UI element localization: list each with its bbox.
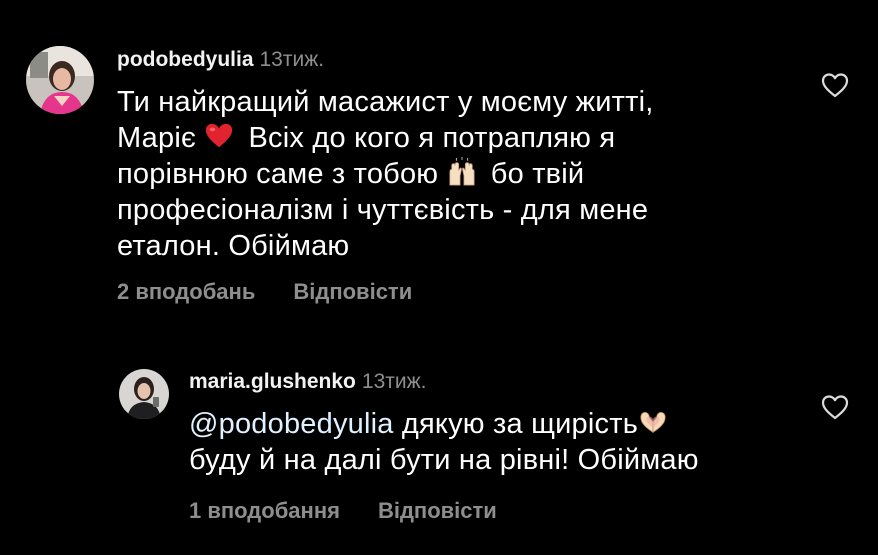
avatar-maria-glushenko[interactable] [119, 369, 169, 419]
comment-username[interactable]: podobedyulia 13тиж. [117, 48, 324, 72]
comment-maria-glushenko: maria.glushenko 13тиж. @podobedyulia дяку… [0, 350, 878, 550]
heart-hands-icon [640, 412, 666, 434]
comment-podobedyulia: podobedyulia 13тиж. Ти найкращий масажист… [0, 0, 878, 320]
avatar-podobedyulia[interactable] [26, 46, 94, 114]
likes-count[interactable]: 1 вподобання [189, 498, 340, 523]
text-segment: бо твій [490, 158, 585, 190]
text-line: Ти найкращий масажист у моєму житті, [117, 86, 654, 118]
comment-text: Ти найкращий масажист у моєму житті, Мар… [117, 84, 757, 264]
heart-outline-icon[interactable] [821, 394, 849, 420]
text-line: @podobedyulia дякую за щирість [189, 406, 789, 442]
heart-outline-icon[interactable] [821, 72, 849, 98]
comment-time: 13тиж. [259, 48, 325, 71]
comment-time: 13тиж. [361, 370, 427, 393]
text-segment: Всіх до кого я потрапляю я [248, 122, 616, 154]
username-text[interactable]: maria.glushenko [189, 370, 356, 393]
mention-link[interactable]: @podobedyulia [189, 408, 394, 440]
avatar-image [26, 46, 94, 114]
username-text[interactable]: podobedyulia [117, 48, 254, 71]
comment-username[interactable]: maria.glushenko 13тиж. [189, 370, 426, 394]
text-line: буду й на далі бути на рівні! Обіймаю [189, 444, 699, 476]
text-line: професіоналізм і чуттєвість - для мене [117, 194, 649, 226]
reply-button[interactable]: Відповісти [293, 279, 412, 304]
text-line: еталон. Обіймаю [117, 230, 350, 262]
text-segment: Маріє [117, 122, 196, 154]
comment-meta: 2 вподобань Відповісти [117, 279, 412, 305]
text-line: Маріє Всіх до кого я потрапляю я [117, 120, 757, 156]
comment-meta: 1 вподобання Відповісти [189, 498, 497, 524]
likes-count[interactable]: 2 вподобань [117, 279, 255, 304]
reply-button[interactable]: Відповісти [378, 498, 497, 523]
text-line: порівнюю саме з тобою бо твій [117, 156, 757, 192]
comment-text: @podobedyulia дякую за щирість буду й на… [189, 406, 789, 478]
red-heart-icon [206, 123, 233, 148]
avatar-image [119, 369, 169, 419]
raising-hands-icon [448, 157, 475, 186]
text-segment: порівнюю саме з тобою [117, 158, 439, 190]
text-segment: дякую за щирість [401, 408, 639, 440]
